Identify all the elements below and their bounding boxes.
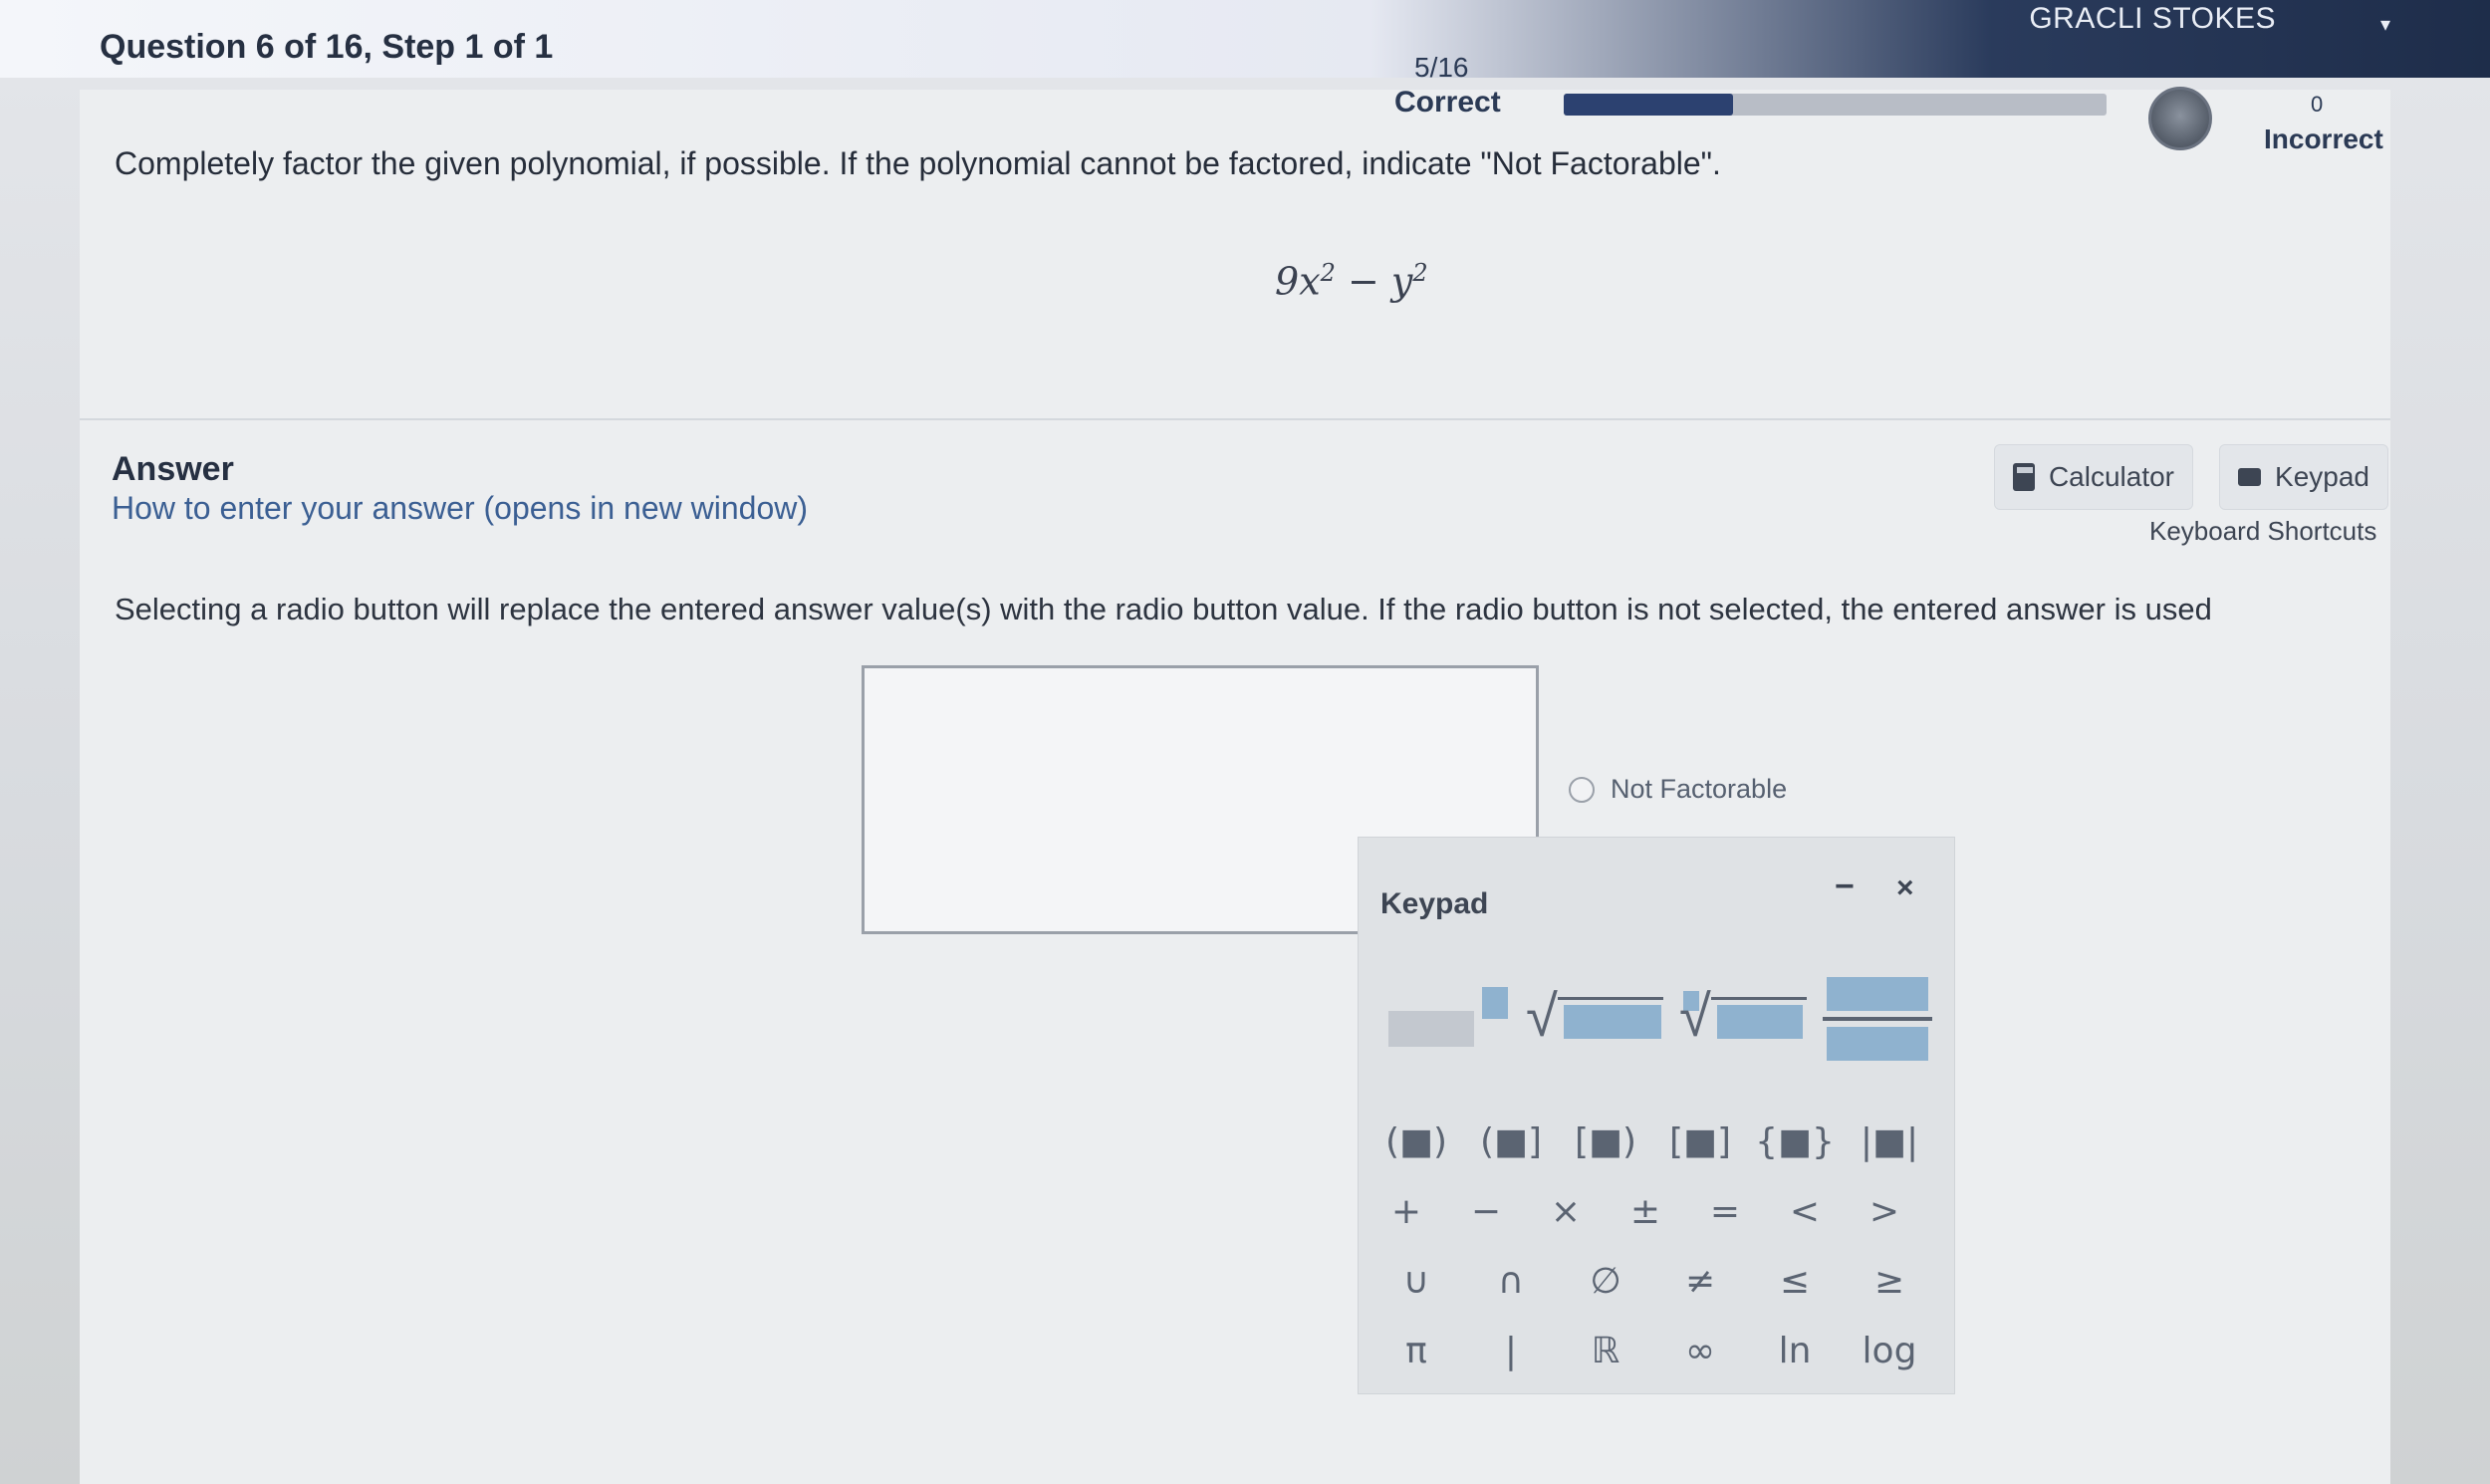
calculator-label: Calculator [2048, 461, 2174, 492]
keypad-close-button[interactable]: × [1896, 871, 1914, 905]
keypad-key-pi[interactable]: π [1376, 1321, 1456, 1380]
keypad-key-abs[interactable]: |■| [1850, 1112, 1929, 1171]
help-link[interactable]: How to enter your answer (opens in new w… [112, 490, 808, 527]
calculator-button[interactable]: Calculator [1994, 444, 2193, 510]
calculator-icon [2013, 463, 2035, 491]
question-label: Question 6 of 16, Step 1 of 1 [100, 28, 554, 66]
keypad-key-equals[interactable]: = [1685, 1181, 1765, 1241]
keypad-key-log[interactable]: log [1850, 1321, 1929, 1380]
keypad-key-bar[interactable]: | [1471, 1321, 1551, 1380]
expression-variable-y: y [1390, 259, 1413, 304]
keypad-key-intersection[interactable]: ∩ [1471, 1251, 1551, 1311]
progress-bar [1564, 94, 2107, 116]
polynomial-expression: 9x2 − y2 [1275, 259, 1428, 304]
correct-label: Correct [1394, 86, 1501, 119]
keypad-key-plus[interactable]: + [1367, 1181, 1446, 1241]
keypad-key-bracket[interactable]: [■] [1660, 1112, 1740, 1171]
keypad-key-bracket-paren[interactable]: [■) [1566, 1112, 1645, 1171]
keypad-button[interactable]: Keypad [2219, 444, 2388, 510]
keypad-panel: Keypad − × √ √ (■) (■] [■) [■] {■} |■| +… [1358, 837, 1955, 1394]
keypad-key-times[interactable]: × [1526, 1181, 1606, 1241]
caret-down-icon[interactable]: ▾ [2380, 12, 2390, 37]
not-factorable-radio[interactable] [1569, 776, 1595, 803]
keypad-key-paren[interactable]: (■) [1376, 1112, 1456, 1171]
keyboard-icon [2238, 468, 2262, 486]
expression-variable-x: x [1299, 259, 1321, 304]
exponent-template-button[interactable] [1388, 977, 1508, 1067]
keypad-title: Keypad [1380, 887, 1489, 920]
expression-exponent-x: 2 [1320, 259, 1336, 287]
progress-fill [1564, 94, 1734, 116]
square-root-template-button[interactable]: √ [1526, 977, 1665, 1067]
keypad-key-less-equal[interactable]: ≤ [1755, 1251, 1835, 1311]
expression-coefficient: 9 [1275, 259, 1300, 304]
user-name[interactable]: GRACLI STOKES [2029, 2, 2276, 36]
not-factorable-option[interactable]: Not Factorable [1569, 774, 1787, 805]
keypad-key-brace[interactable]: {■} [1755, 1112, 1835, 1171]
keypad-key-minus[interactable]: − [1446, 1181, 1526, 1241]
section-divider [80, 418, 2390, 420]
keypad-key-infinity[interactable]: ∞ [1660, 1321, 1740, 1380]
keypad-key-union[interactable]: ∪ [1376, 1251, 1456, 1311]
keypad-key-empty-set[interactable]: ∅ [1566, 1251, 1645, 1311]
keypad-key-plus-minus[interactable]: ± [1606, 1181, 1685, 1241]
incorrect-count: 0 [2311, 92, 2324, 117]
radio-note: Selecting a radio button will replace th… [115, 592, 2212, 626]
expression-operator: − [1335, 259, 1391, 304]
expression-exponent-y: 2 [1412, 259, 1428, 287]
avatar[interactable] [2148, 87, 2212, 150]
keypad-key-ln[interactable]: ln [1755, 1321, 1835, 1380]
keypad-minimize-button[interactable]: − [1835, 867, 1855, 906]
score-fraction: 5/16 [1414, 52, 1469, 83]
keypad-key-greater-than[interactable]: > [1845, 1181, 1924, 1241]
keypad-key-reals[interactable]: ℝ [1566, 1321, 1645, 1380]
keypad-key-paren-bracket[interactable]: (■] [1471, 1112, 1551, 1171]
incorrect-label: Incorrect [2264, 124, 2383, 154]
keypad-key-greater-equal[interactable]: ≥ [1850, 1251, 1929, 1311]
nth-root-template-button[interactable]: √ [1679, 977, 1809, 1067]
not-factorable-label: Not Factorable [1611, 774, 1788, 804]
question-instruction: Completely factor the given polynomial, … [115, 145, 1721, 181]
keypad-key-not-equal[interactable]: ≠ [1660, 1251, 1740, 1311]
fraction-template-button[interactable] [1823, 977, 1932, 1067]
keypad-label: Keypad [2275, 461, 2369, 492]
keypad-key-less-than[interactable]: < [1765, 1181, 1845, 1241]
answer-title: Answer [112, 450, 234, 488]
keyboard-shortcuts-link[interactable]: Keyboard Shortcuts [2149, 516, 2376, 547]
